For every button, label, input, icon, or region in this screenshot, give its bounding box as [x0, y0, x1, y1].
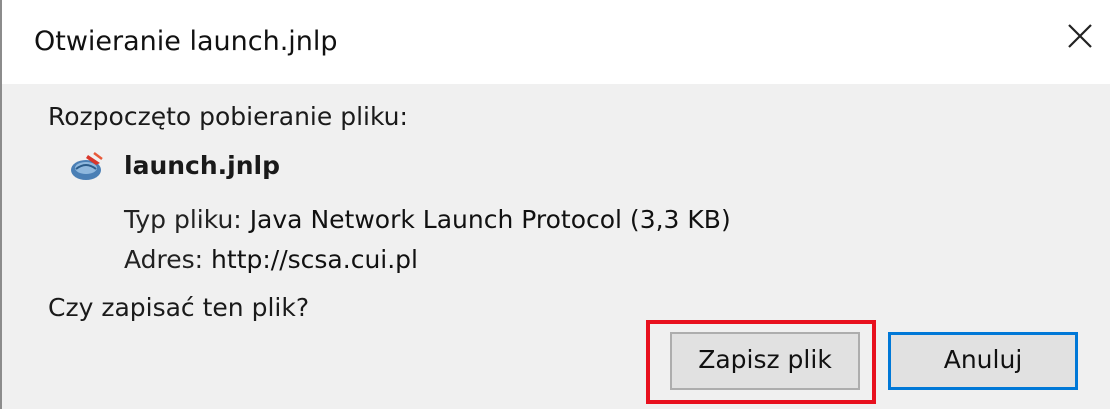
file-type-row: Typ pliku: Java Network Launch Protocol …: [124, 204, 731, 236]
download-dialog: Otwieranie launch.jnlp Rozpoczęto pobier…: [0, 0, 1110, 409]
close-button[interactable]: [1054, 10, 1106, 62]
close-icon: [1068, 24, 1092, 48]
address-row: Adres: http://scsa.cui.pl: [124, 244, 418, 276]
title-bar: Otwieranie launch.jnlp: [2, 0, 1110, 84]
save-question: Czy zapisać ten plik?: [48, 293, 310, 322]
download-intro-text: Rozpoczęto pobieranie pliku:: [48, 102, 408, 131]
cancel-button[interactable]: Anuluj: [888, 332, 1078, 390]
java-webstart-icon: [71, 152, 103, 180]
save-file-button[interactable]: Zapisz plik: [670, 332, 860, 390]
file-type-label: Typ pliku:: [124, 205, 242, 234]
file-name: launch.jnlp: [124, 151, 280, 180]
dialog-title: Otwieranie launch.jnlp: [34, 26, 338, 57]
address-value: http://scsa.cui.pl: [211, 245, 418, 274]
dialog-content: Rozpoczęto pobieranie pliku: launch.jnlp…: [2, 84, 1110, 409]
address-label: Adres:: [124, 245, 204, 274]
file-type-value: Java Network Launch Protocol (3,3 KB): [249, 205, 731, 234]
